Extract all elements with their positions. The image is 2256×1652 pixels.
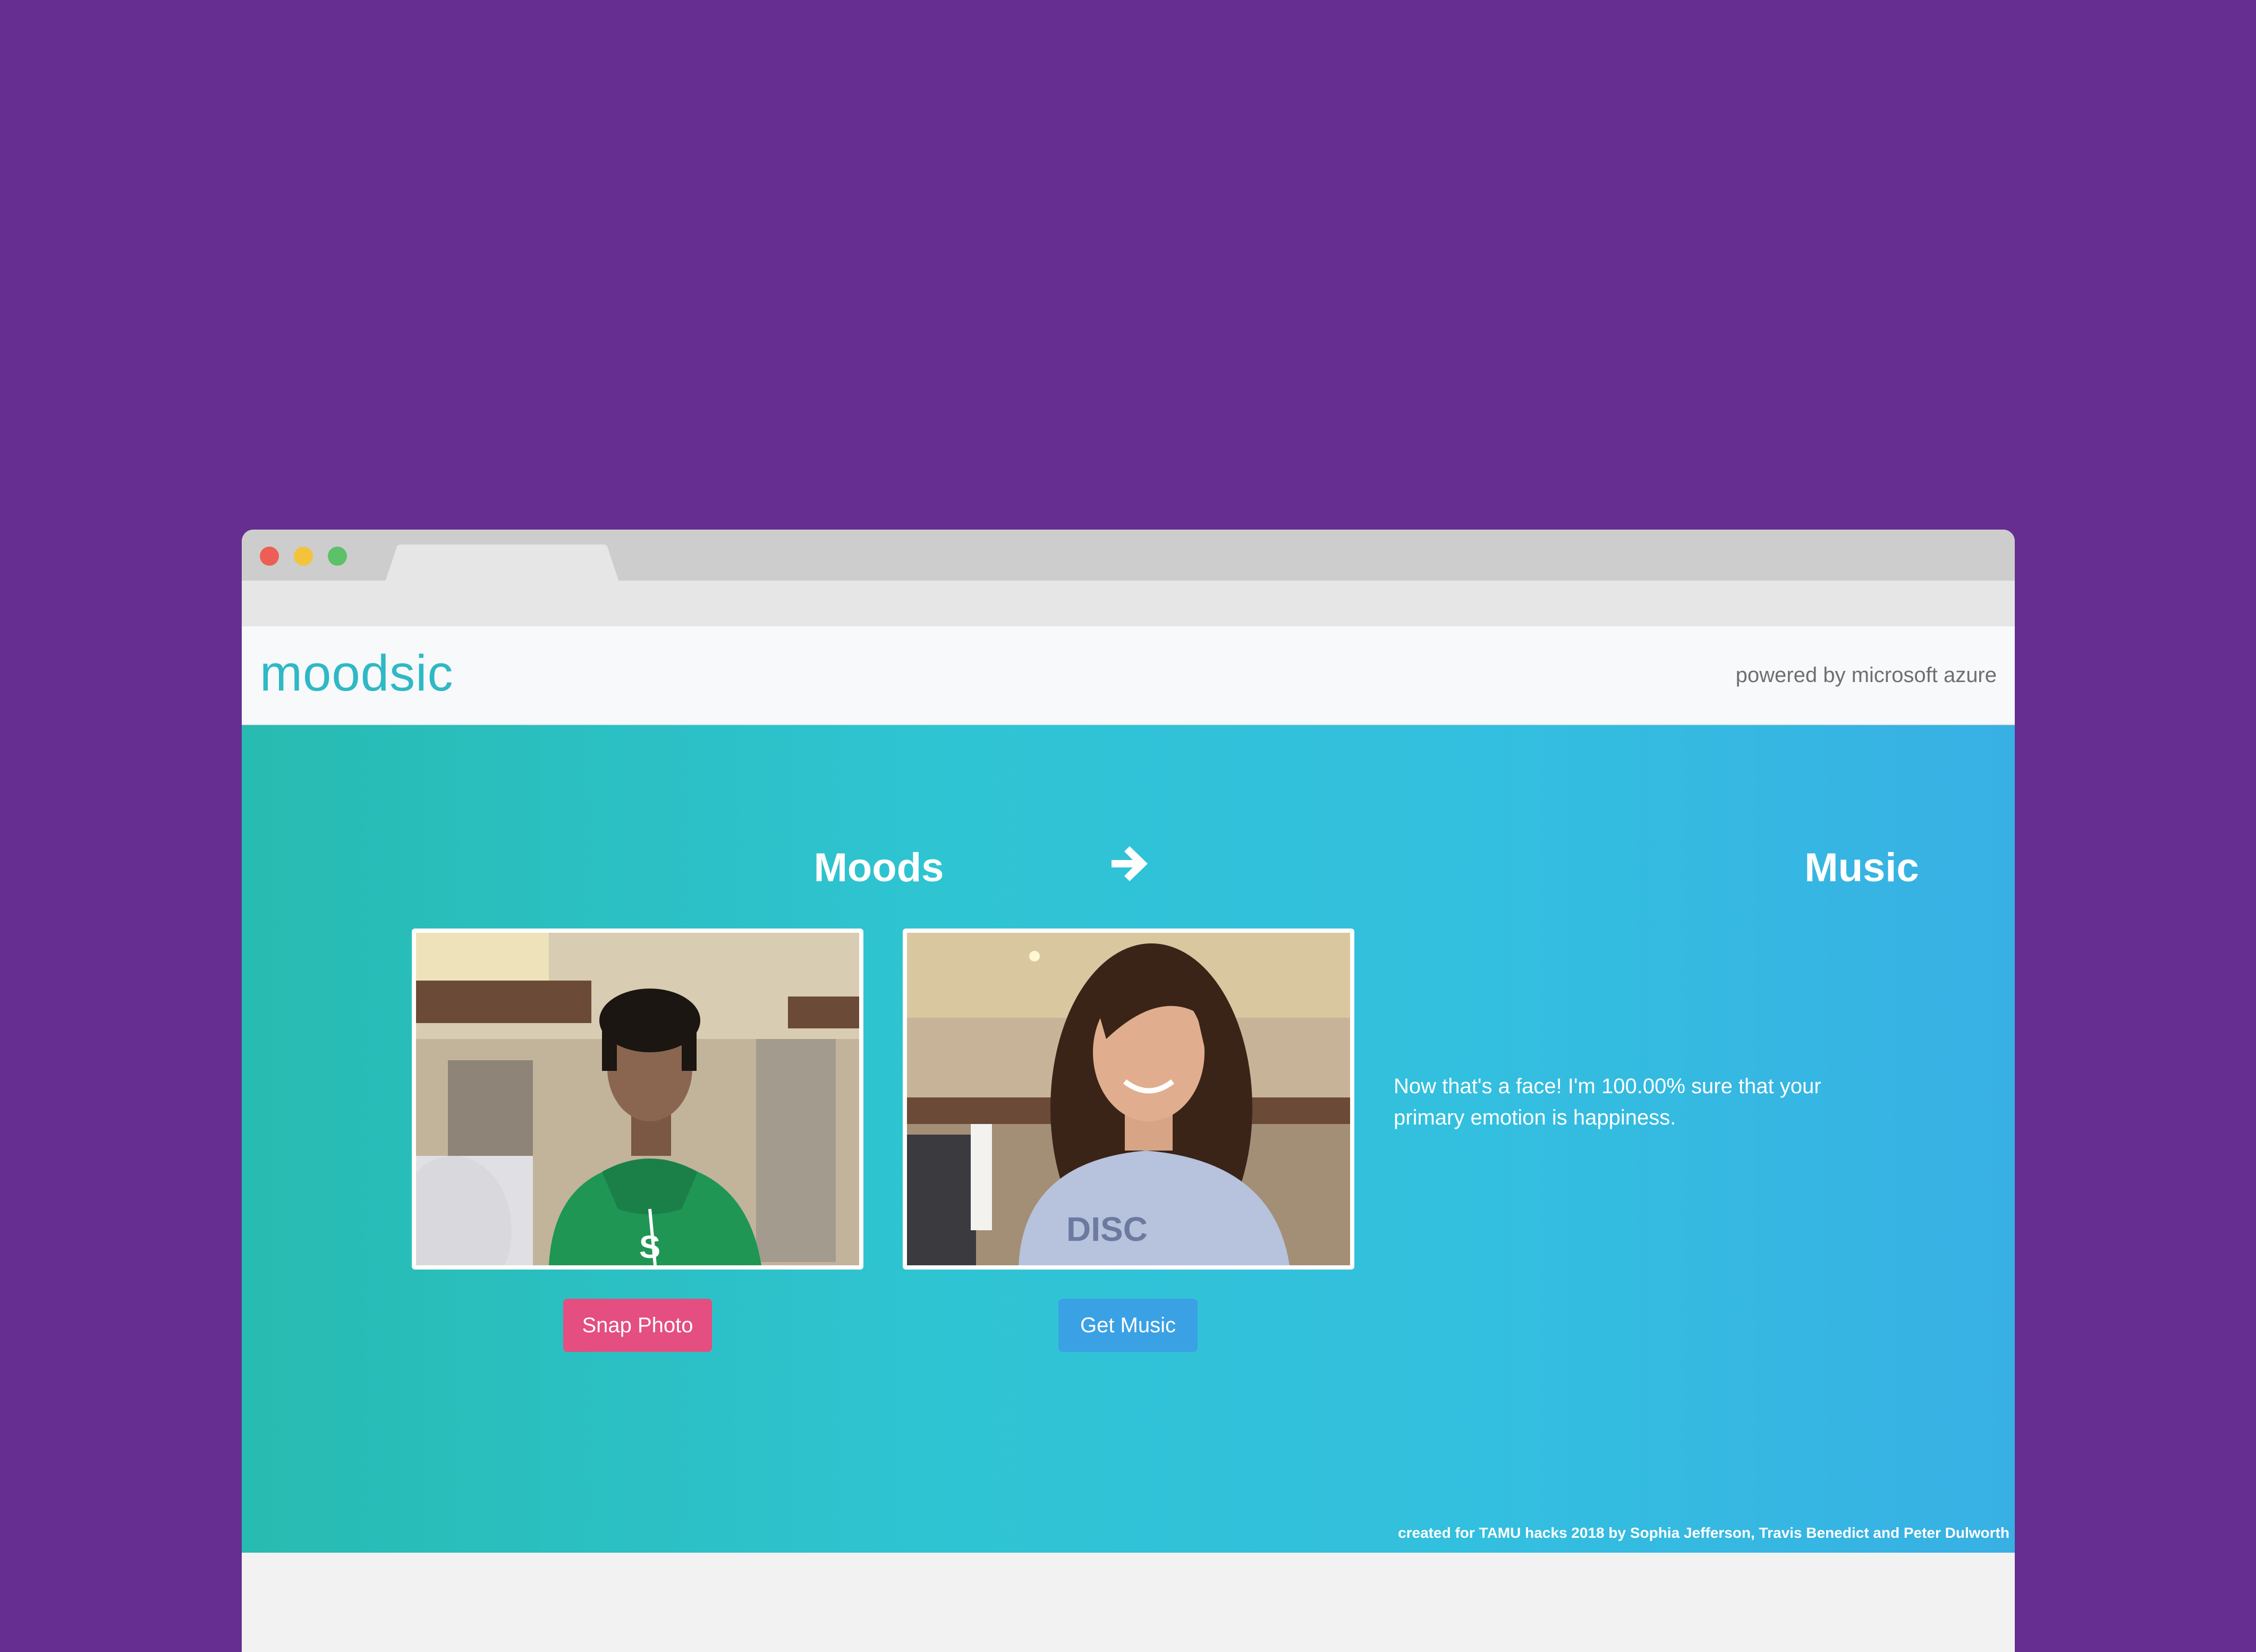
main-section: Moods Music S DISC Snap Photo Get Music …	[242, 725, 2015, 1553]
snap-photo-button[interactable]: Snap Photo	[563, 1299, 712, 1352]
svg-text:DISC: DISC	[1066, 1210, 1148, 1248]
emotion-result-text: Now that's a face! I'm 100.00% sure that…	[1394, 1075, 1821, 1129]
powered-by-text: powered by microsoft azure	[1735, 663, 1997, 687]
captured-photo: DISC	[903, 929, 1354, 1270]
minimize-window-button[interactable]	[294, 547, 313, 566]
close-window-button[interactable]	[260, 547, 279, 566]
browser-window: moodsic powered by microsoft azure Moods…	[242, 530, 2015, 1652]
browser-tab[interactable]	[385, 544, 619, 582]
credits-text: created for TAMU hacks 2018 by Sophia Je…	[1398, 1525, 2009, 1541]
arrow-right-icon	[1112, 846, 1148, 881]
music-title: Music	[1804, 845, 1919, 890]
captured-photo-image: DISC	[907, 933, 1350, 1265]
get-music-button[interactable]: Get Music	[1058, 1299, 1198, 1352]
browser-tab-bar	[242, 530, 2015, 582]
navbar: moodsic powered by microsoft azure	[242, 626, 2015, 725]
svg-text:S: S	[639, 1229, 660, 1265]
moods-title: Moods	[813, 845, 944, 890]
browser-toolbar	[242, 581, 2015, 626]
webcam-video-image: S	[416, 933, 859, 1265]
webcam-video: S	[412, 929, 863, 1270]
brand-logo[interactable]: moodsic	[260, 644, 453, 703]
maximize-window-button[interactable]	[328, 547, 347, 566]
